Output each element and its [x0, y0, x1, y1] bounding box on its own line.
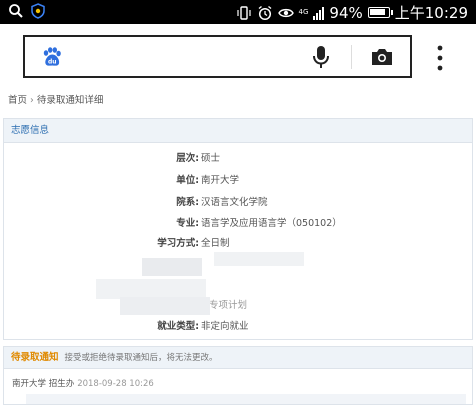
clock: 上午10:29	[394, 4, 468, 22]
redacted-area	[120, 297, 210, 315]
camera-icon[interactable]	[370, 47, 394, 67]
search-box[interactable]: du	[23, 35, 412, 78]
info-row-level: 层次: 硕士	[4, 150, 474, 168]
breadcrumb: 首页 › 待录取通知详细	[8, 92, 103, 106]
notice-sender-name: 南开大学 招生办	[12, 379, 75, 389]
info-label: 院系:	[176, 197, 199, 208]
eye-icon	[277, 8, 294, 17]
info-row-department: 院系: 汉语言文化学院	[4, 194, 474, 212]
breadcrumb-separator: ›	[30, 95, 34, 106]
info-label: 就业类型:	[157, 321, 199, 332]
notice-hint: 接受或拒绝待录取通知后，将无法更改。	[64, 353, 218, 363]
notice-datetime: 2018-09-28 10:26	[77, 379, 154, 389]
info-value: 汉语言文化学院	[201, 197, 268, 208]
search-divider	[351, 45, 352, 69]
shield-icon	[31, 3, 45, 19]
battery-icon	[367, 7, 393, 18]
notice-body	[26, 394, 466, 404]
info-value: 硕士	[201, 153, 221, 164]
info-value: 非定向就业	[201, 321, 249, 332]
info-row-employment-type: 就业类型: 非定向就业	[4, 318, 474, 336]
info-value: 语言学及应用语言学（050102）	[201, 218, 342, 229]
panel-title: 志愿信息	[4, 119, 472, 143]
info-row-special-plan: 专项计划	[4, 297, 474, 315]
browser-search-bar: du	[0, 24, 476, 84]
info-label: 学习方式:	[157, 238, 199, 249]
status-bar: 4G 94% 上午10:29	[0, 0, 476, 24]
info-row-unit: 单位: 南开大学	[4, 172, 474, 190]
more-vertical-icon[interactable]	[434, 45, 446, 71]
info-value: 专项计划	[209, 300, 248, 311]
alarm-icon	[258, 5, 271, 20]
notice-header: 待录取通知 接受或拒绝待录取通知后，将无法更改。	[4, 347, 472, 369]
redacted-area	[96, 279, 206, 299]
redacted-area	[142, 258, 202, 276]
network-type: 4G	[298, 8, 309, 16]
info-label: 专业:	[176, 218, 199, 229]
admission-notice-panel: 待录取通知 接受或拒绝待录取通知后，将无法更改。 南开大学 招生办 2018-09-…	[3, 346, 473, 405]
info-value: 全日制	[201, 238, 230, 249]
svg-text:du: du	[48, 58, 57, 65]
microphone-icon[interactable]	[311, 45, 331, 69]
info-label: 层次:	[176, 153, 199, 164]
battery-percent: 94%	[329, 3, 363, 22]
info-label: 单位:	[176, 175, 199, 186]
info-row-major: 专业: 语言学及应用语言学（050102）	[4, 215, 474, 233]
baidu-logo-icon[interactable]: du	[41, 46, 63, 68]
notice-title: 待录取通知	[11, 352, 59, 363]
signal-icon	[313, 6, 325, 20]
breadcrumb-home[interactable]: 首页	[8, 95, 27, 106]
vibrate-icon	[236, 5, 251, 20]
info-row-study-mode: 学习方式: 全日制	[4, 235, 474, 253]
info-value: 南开大学	[201, 175, 240, 186]
notice-sender: 南开大学 招生办 2018-09-28 10:26	[12, 377, 154, 389]
breadcrumb-current: 待录取通知详细	[36, 95, 104, 106]
redacted-area	[214, 252, 304, 266]
search-icon	[9, 4, 23, 18]
volunteer-info-panel: 志愿信息 层次: 硕士 单位: 南开大学 院系: 汉语言文化学院 专业: 语言学…	[3, 118, 473, 340]
